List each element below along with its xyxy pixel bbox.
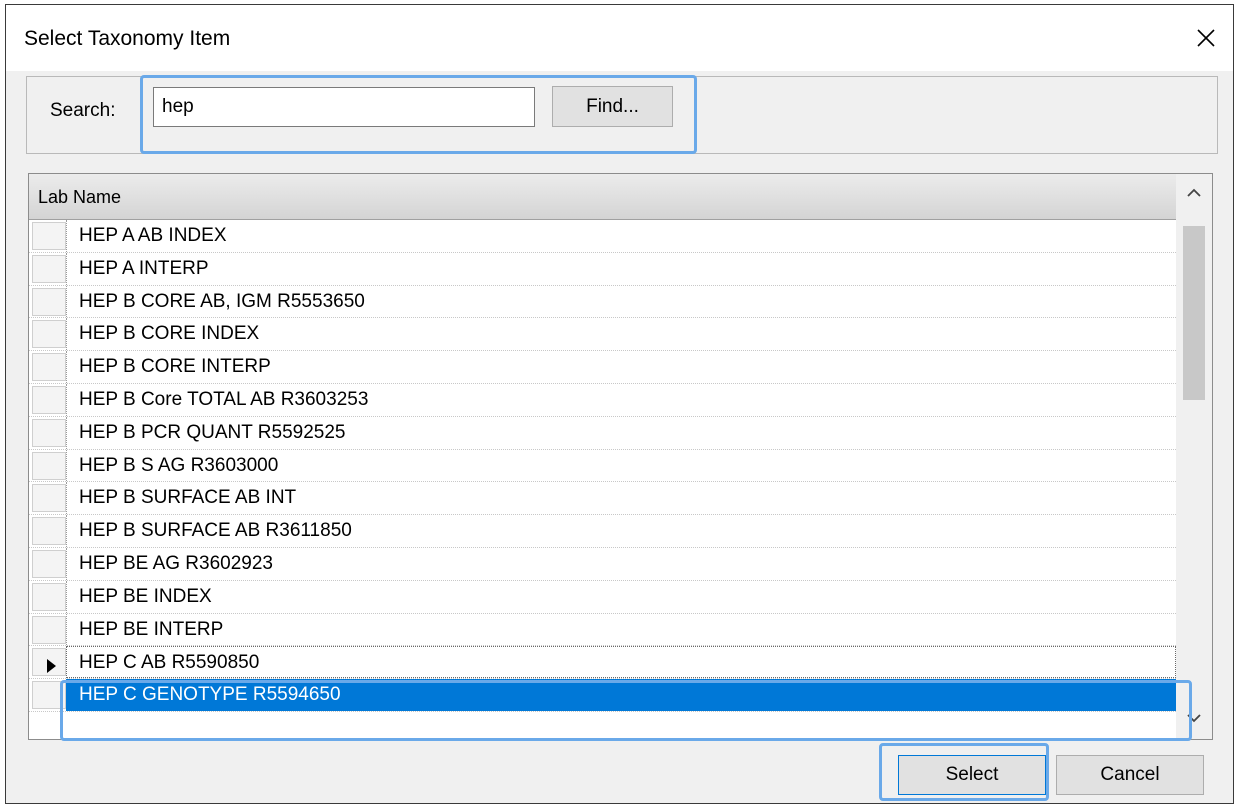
vertical-scrollbar[interactable] [1176,174,1212,739]
table-row[interactable]: HEP B CORE AB, IGM R5553650 [29,285,1176,319]
close-button[interactable] [1177,5,1233,71]
table-row[interactable]: HEP B SURFACE AB INT [29,482,1176,516]
table-row[interactable]: HEP A AB INDEX [29,220,1176,253]
row-header[interactable] [32,615,66,644]
lab-name-cell[interactable]: HEP B PCR QUANT R5592525 [66,416,1176,449]
lab-name-cell[interactable]: HEP B SURFACE AB R3611850 [66,515,1176,547]
table-row[interactable]: HEP B CORE INTERP [29,351,1176,384]
current-row-arrow-icon [47,659,56,674]
lab-name-grid: Lab Name HEP A AB INDEX HEP A INTERP HEP B… [28,173,1213,740]
lab-name-cell[interactable]: HEP B Core TOTAL AB R3603253 [66,383,1176,416]
table-row[interactable]: HEP C AB R5590850 [29,646,1176,680]
row-header[interactable] [32,582,66,611]
row-header[interactable] [32,320,66,349]
row-header[interactable] [32,287,66,316]
scroll-up-button[interactable] [1176,174,1212,214]
row-header[interactable] [32,222,66,250]
table-row[interactable]: HEP BE INTERP [29,613,1176,647]
dialog-title: Select Taxonomy Item [24,27,231,50]
row-header[interactable] [32,484,66,513]
title-bar: Select Taxonomy Item [6,5,1233,71]
cancel-button[interactable]: Cancel [1056,755,1204,795]
row-header[interactable] [32,353,66,382]
close-icon [1197,29,1215,47]
table-row[interactable]: HEP B Core TOTAL AB R3603253 [29,383,1176,417]
grid-rows: HEP A AB INDEX HEP A INTERP HEP B CORE AB,… [29,220,1176,712]
lab-name-cell[interactable]: HEP A INTERP [66,252,1176,285]
search-label: Search: [50,100,116,121]
search-highlight-callout [140,75,697,154]
row-header[interactable] [32,648,66,677]
lab-name-cell[interactable]: HEP B CORE INTERP [66,351,1176,383]
table-row[interactable]: HEP B SURFACE AB R3611850 [29,515,1176,548]
row-header[interactable] [32,549,66,578]
row-header[interactable] [32,418,66,447]
table-row[interactable]: HEP B CORE INDEX [29,318,1176,352]
lab-name-cell[interactable]: HEP B CORE AB, IGM R5553650 [66,285,1176,318]
row-header[interactable] [32,385,66,414]
table-row[interactable]: HEP B PCR QUANT R5592525 [29,416,1176,450]
table-row[interactable]: HEP A INTERP [29,252,1176,286]
row-header[interactable] [32,451,66,480]
lab-name-cell[interactable]: HEP B SURFACE AB INT [66,482,1176,515]
table-row[interactable]: HEP BE INDEX [29,580,1176,614]
lab-name-cell[interactable]: HEP A AB INDEX [66,220,1176,252]
column-header-lab-name[interactable]: Lab Name [29,174,1176,220]
row-header[interactable] [32,517,66,546]
lab-name-cell[interactable]: HEP BE INDEX [66,580,1176,613]
selected-row-highlight-callout [60,680,1192,741]
scroll-thumb[interactable] [1183,226,1205,400]
row-header[interactable] [32,254,66,283]
column-header-label: Lab Name [38,187,122,207]
lab-name-cell[interactable]: HEP BE INTERP [66,613,1176,646]
chevron-up-icon [1187,188,1201,197]
table-row[interactable]: HEP B S AG R3603000 [29,449,1176,483]
table-row[interactable]: HEP BE AG R3602923 [29,547,1176,581]
lab-name-cell[interactable]: HEP B S AG R3603000 [66,449,1176,482]
lab-name-cell[interactable]: HEP BE AG R3602923 [66,547,1176,580]
lab-name-cell[interactable]: HEP C AB R5590850 [66,646,1176,679]
lab-name-cell[interactable]: HEP B CORE INDEX [66,318,1176,351]
select-button-highlight-callout [879,743,1049,801]
